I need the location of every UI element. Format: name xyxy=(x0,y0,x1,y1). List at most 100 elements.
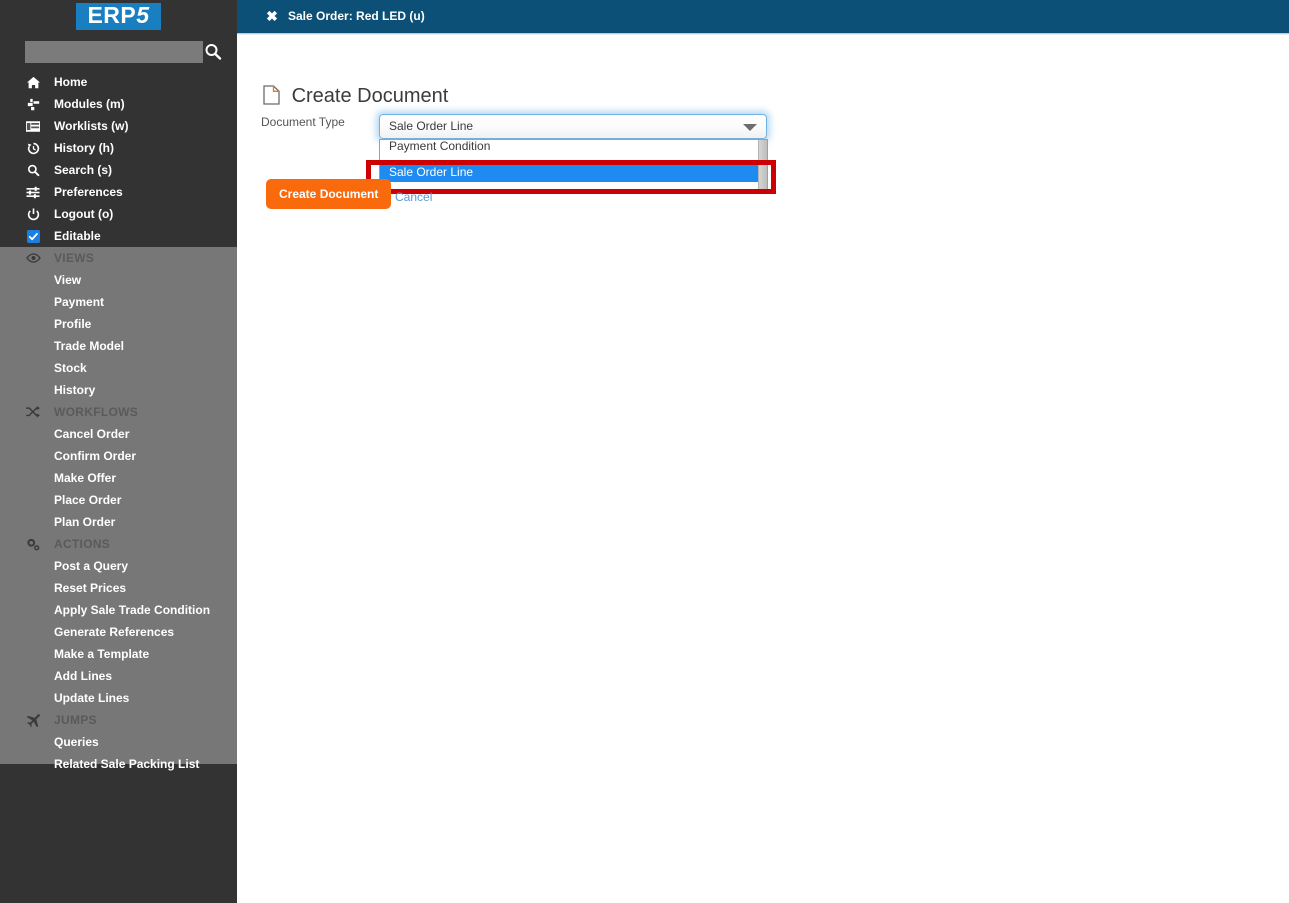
chevron-down-icon[interactable] xyxy=(743,124,757,131)
sidebar-item-view[interactable]: View xyxy=(0,269,237,291)
page-title-text: Create Document xyxy=(291,85,449,107)
sidebar-item-search[interactable]: Search (s) xyxy=(0,159,237,181)
sidebar-item-cancel-order[interactable]: Cancel Order xyxy=(0,423,237,445)
main-content: Create Document Document Type Sale Order… xyxy=(240,35,1289,903)
sidebar-item-preferences[interactable]: Preferences xyxy=(0,181,237,203)
modules-icon xyxy=(24,93,42,115)
sidebar: ERP5 Home Modules (m) Worklists (w) Hist… xyxy=(0,0,237,903)
cancel-link[interactable]: Cancel xyxy=(395,190,432,204)
erp5-page: ERP5 Home Modules (m) Worklists (w) Hist… xyxy=(0,0,1289,903)
sidebar-item-editable[interactable]: Editable xyxy=(0,225,237,247)
sidebar-item-label: Modules (m) xyxy=(54,97,125,111)
sidebar-item-reset-prices[interactable]: Reset Prices xyxy=(0,577,237,599)
sidebar-item-label: View xyxy=(54,273,82,287)
sidebar-item-label: Post a Query xyxy=(54,559,129,573)
sidebar-item-label: Cancel Order xyxy=(54,427,130,441)
sidebar-item-label: Search (s) xyxy=(54,163,113,177)
option-list-scrollbar[interactable] xyxy=(758,140,767,190)
option-item[interactable]: Payment Condition xyxy=(380,140,760,156)
sidebar-item-label: History xyxy=(54,383,96,397)
sidebar-item-stock[interactable]: Stock xyxy=(0,357,237,379)
sidebar-item-label: Reset Prices xyxy=(54,581,127,595)
sliders-icon xyxy=(24,181,42,203)
logo-area: ERP5 xyxy=(0,0,237,33)
search-icon[interactable] xyxy=(203,42,223,62)
sidebar-item-label: Preferences xyxy=(54,185,123,199)
sidebar-item-home[interactable]: Home xyxy=(0,71,237,93)
sidebar-item-payment[interactable]: Payment xyxy=(0,291,237,313)
sidebar-item-history[interactable]: History (h) xyxy=(0,137,237,159)
sidebar-item-label: Place Order xyxy=(54,493,122,507)
section-title: VIEWS xyxy=(54,251,95,265)
section-header-actions: ACTIONS xyxy=(0,533,237,555)
close-icon[interactable]: ✖ xyxy=(264,7,280,25)
sidebar-item-label: Apply Sale Trade Condition xyxy=(54,603,211,617)
sidebar-item-label: Worklists (w) xyxy=(54,119,129,133)
sidebar-item-profile[interactable]: Profile xyxy=(0,313,237,335)
search-icon xyxy=(24,159,42,181)
page-header-title: Sale Order: Red LED (u) xyxy=(288,9,425,23)
section-header-views: VIEWS xyxy=(0,247,237,269)
section-title: WORKFLOWS xyxy=(54,405,139,419)
sidebar-item-label: Trade Model xyxy=(54,339,125,353)
sidebar-item-label: Home xyxy=(54,75,88,89)
sidebar-item-confirm-order[interactable]: Confirm Order xyxy=(0,445,237,467)
document-type-select[interactable]: Sale Order Line xyxy=(379,114,767,139)
sidebar-item-label: Profile xyxy=(54,317,92,331)
sidebar-item-worklists[interactable]: Worklists (w) xyxy=(0,115,237,137)
search-input[interactable] xyxy=(25,41,203,63)
erp5-logo[interactable]: ERP5 xyxy=(76,2,161,30)
logo-suffix: 5 xyxy=(136,2,150,28)
option-item-selected[interactable]: Sale Order Line xyxy=(380,162,760,182)
create-document-button[interactable]: Create Document xyxy=(266,179,392,209)
sidebar-item-label: Queries xyxy=(54,735,99,749)
sidebar-nav: Home Modules (m) Worklists (w) History (… xyxy=(0,71,237,247)
gears-icon xyxy=(24,533,42,555)
sidebar-item-label: Logout (o) xyxy=(54,207,114,221)
history-icon xyxy=(24,137,42,159)
page-header: ✖ Sale Order: Red LED (u) xyxy=(237,0,1289,33)
sidebar-item-logout[interactable]: Logout (o) xyxy=(0,203,237,225)
sidebar-item-place-order[interactable]: Place Order xyxy=(0,489,237,511)
sidebar-item-related-sale-packing-list[interactable]: Related Sale Packing List xyxy=(0,753,237,775)
sidebar-search-row xyxy=(0,41,237,63)
sidebar-item-label: Stock xyxy=(54,361,87,375)
sidebar-item-label: Generate References xyxy=(54,625,175,639)
document-type-select-value: Sale Order Line xyxy=(389,119,474,133)
sidebar-item-make-offer[interactable]: Make Offer xyxy=(0,467,237,489)
sidebar-item-apply-sale-trade-condition[interactable]: Apply Sale Trade Condition xyxy=(0,599,237,621)
section-header-jumps: JUMPS xyxy=(0,709,237,731)
sidebar-item-label: Plan Order xyxy=(54,515,116,529)
sidebar-item-label: Related Sale Packing List xyxy=(54,757,200,771)
sidebar-item-add-lines[interactable]: Add Lines xyxy=(0,665,237,687)
document-icon xyxy=(263,85,280,111)
checkbox-checked-icon[interactable] xyxy=(24,225,42,247)
home-icon xyxy=(24,71,42,93)
sidebar-item-label: History (h) xyxy=(54,141,114,155)
sidebar-item-label: Editable xyxy=(54,229,101,243)
page-title: Create Document xyxy=(263,85,448,111)
sidebar-item-update-lines[interactable]: Update Lines xyxy=(0,687,237,709)
sidebar-item-plan-order[interactable]: Plan Order xyxy=(0,511,237,533)
sidebar-item-label: Add Lines xyxy=(54,669,113,683)
sidebar-item-modules[interactable]: Modules (m) xyxy=(0,93,237,115)
sidebar-item-trade-model[interactable]: Trade Model xyxy=(0,335,237,357)
document-type-label: Document Type xyxy=(261,115,345,129)
document-type-option-list[interactable]: Payment Condition Sale Order Line xyxy=(379,139,768,191)
sidebar-sections: VIEWS View Payment Profile Trade Model S… xyxy=(0,247,237,771)
worklists-icon xyxy=(24,115,42,137)
sidebar-item-label: Confirm Order xyxy=(54,449,137,463)
section-header-workflows: WORKFLOWS xyxy=(0,401,237,423)
eye-icon xyxy=(24,247,42,269)
sidebar-item-make-a-template[interactable]: Make a Template xyxy=(0,643,237,665)
sidebar-item-history-view[interactable]: History xyxy=(0,379,237,401)
sidebar-item-label: Update Lines xyxy=(54,691,130,705)
sidebar-item-generate-references[interactable]: Generate References xyxy=(0,621,237,643)
sidebar-item-post-a-query[interactable]: Post a Query xyxy=(0,555,237,577)
section-title: ACTIONS xyxy=(54,537,111,551)
sidebar-item-label: Make Offer xyxy=(54,471,117,485)
sidebar-item-label: Payment xyxy=(54,295,105,309)
sidebar-item-queries[interactable]: Queries xyxy=(0,731,237,753)
plane-icon xyxy=(24,709,42,731)
shuffle-icon xyxy=(24,401,42,423)
